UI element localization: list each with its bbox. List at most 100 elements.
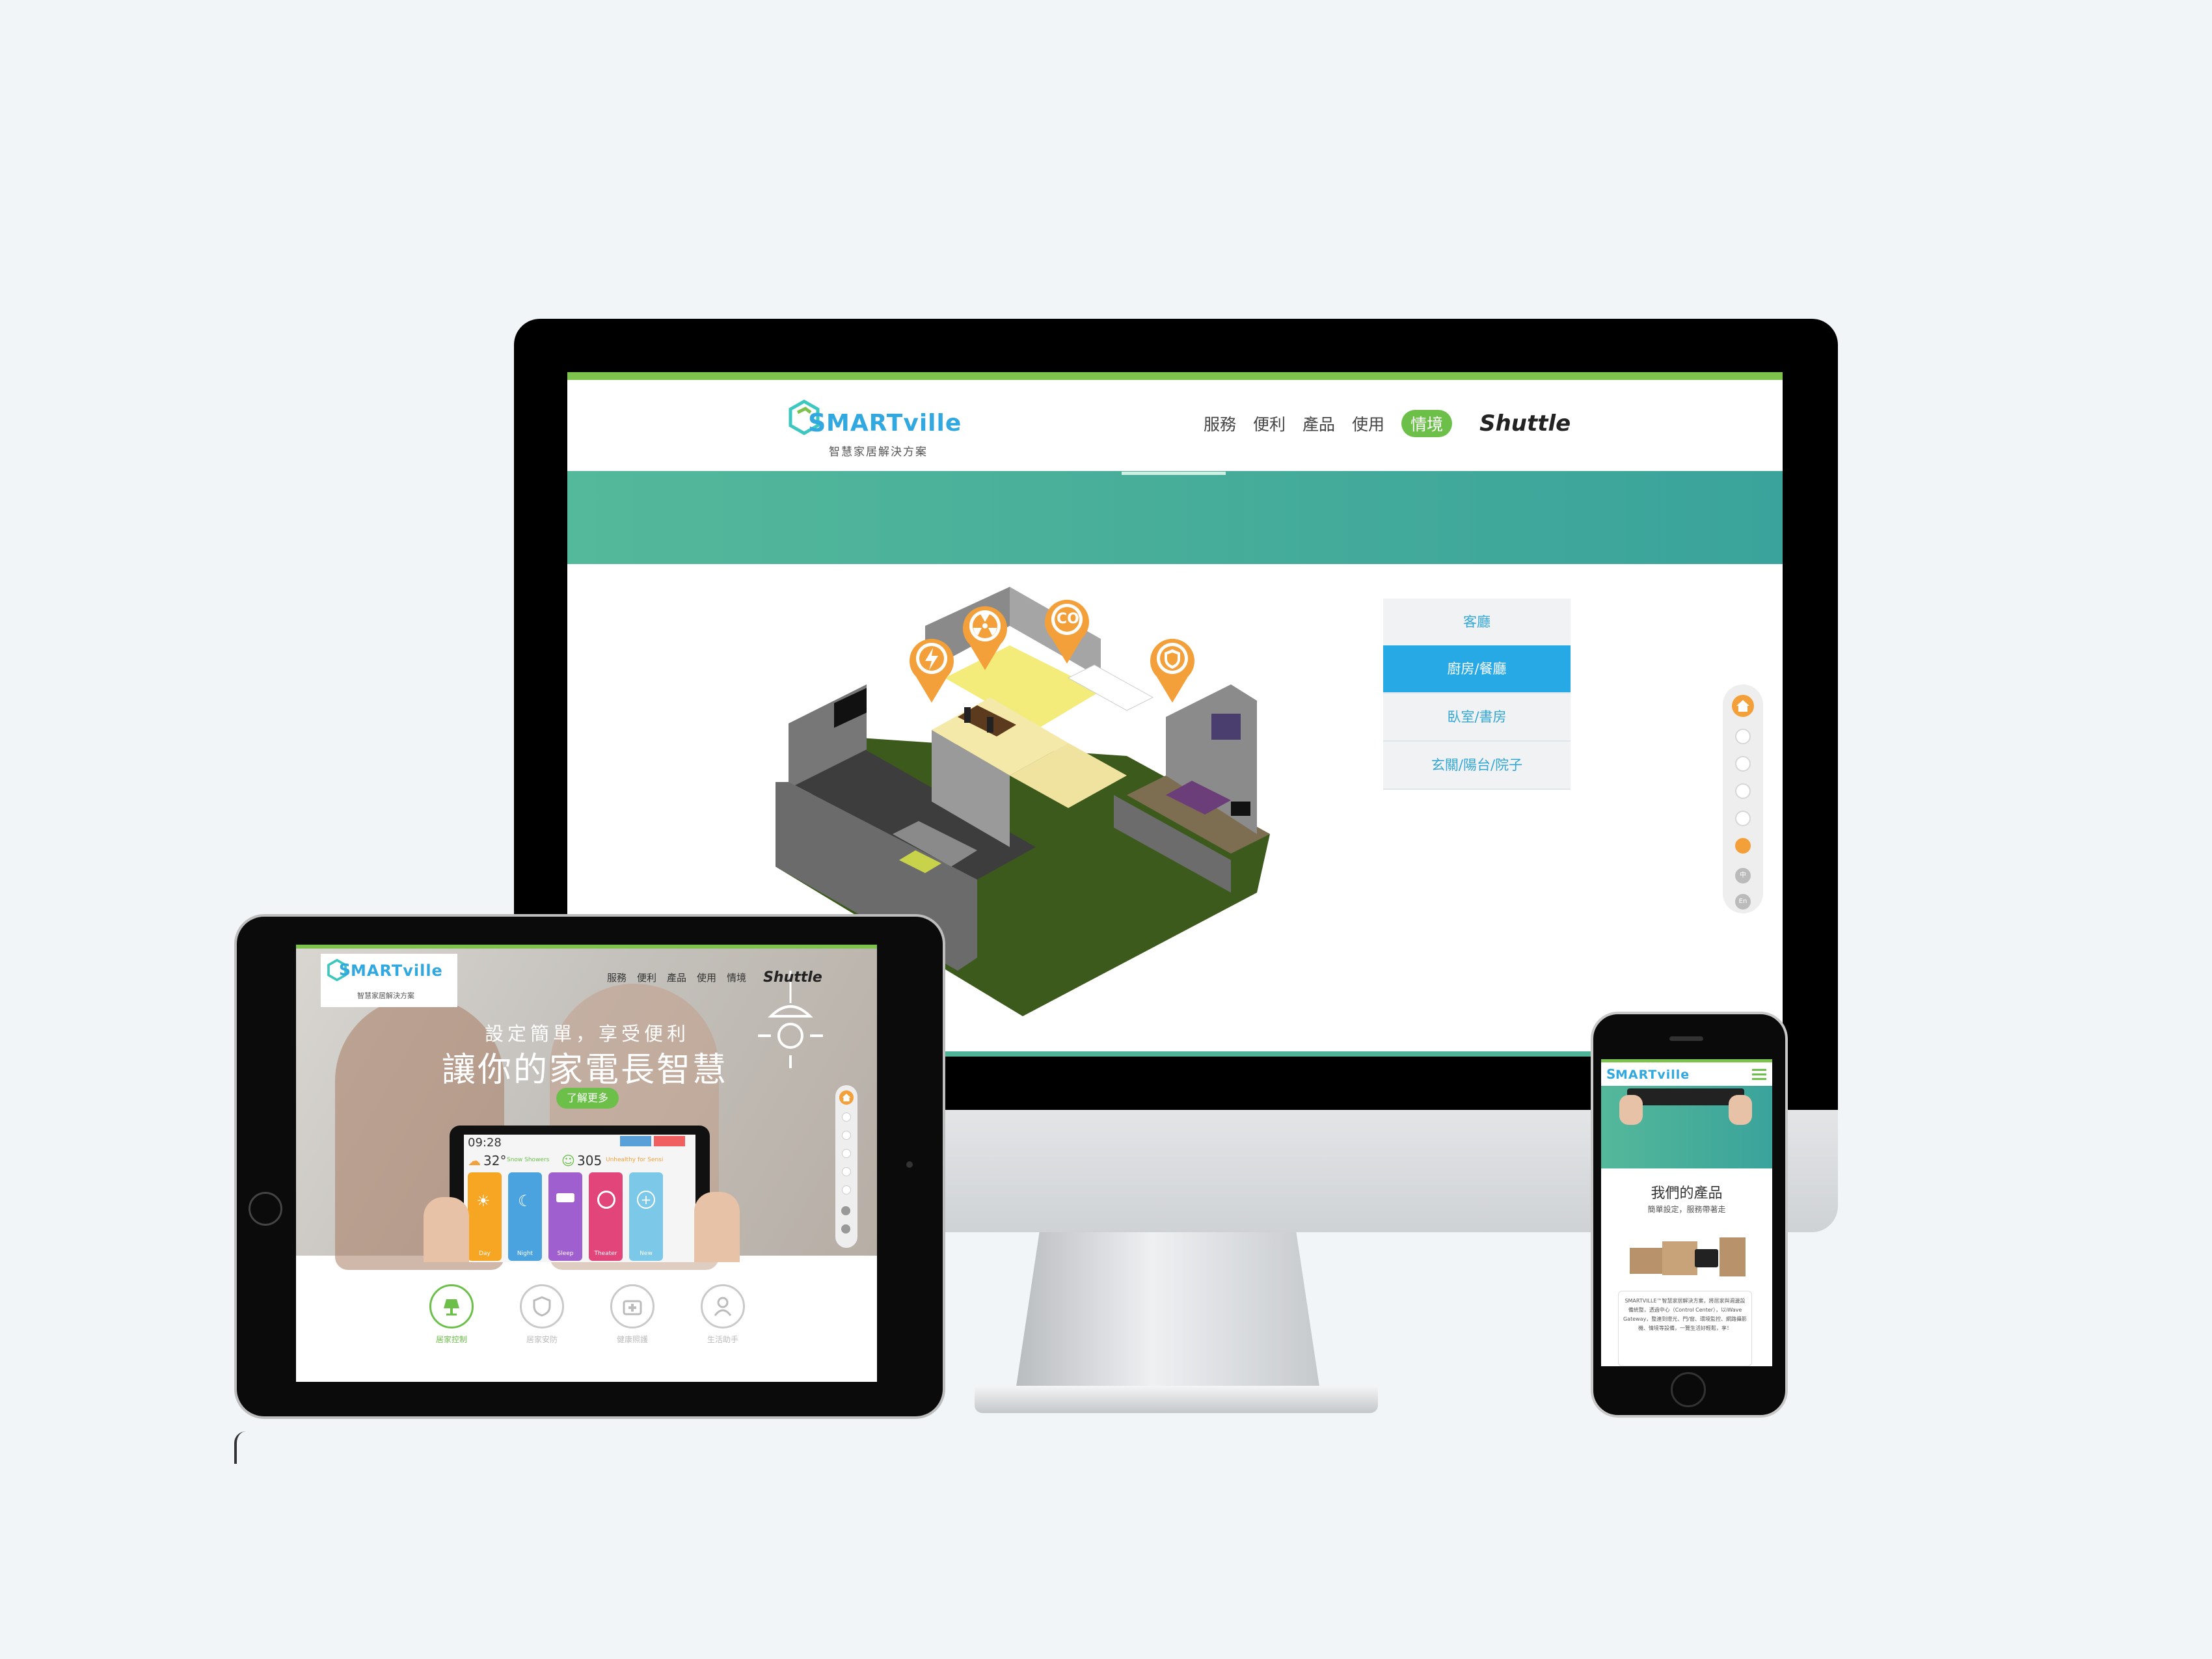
section-banner <box>567 463 1783 564</box>
hand-left <box>1619 1095 1643 1125</box>
weather-temperature: 32° <box>483 1153 507 1168</box>
scene-tile-theater[interactable]: Theater <box>589 1172 623 1261</box>
shadow-mark <box>234 1431 246 1464</box>
hamburger-menu-icon[interactable] <box>1752 1069 1766 1080</box>
pager-home-button[interactable] <box>839 1090 854 1105</box>
product-box <box>1720 1237 1746 1276</box>
pager-home-button[interactable] <box>1732 695 1754 717</box>
plus-icon: + <box>637 1191 655 1209</box>
nav-item-usage[interactable]: 使用 <box>1352 412 1384 435</box>
phone-screen: S MARTville 我們的產品 簡單設定，服務帶著走 SMARTVILLE™… <box>1601 1059 1772 1366</box>
nav-item-services[interactable]: 服務 <box>607 971 627 984</box>
bed-icon <box>556 1193 574 1202</box>
room-tab-kitchen-dining[interactable]: 廚房/餐廳 <box>1383 645 1571 694</box>
phone-hero-banner <box>1601 1086 1772 1168</box>
room-tab-entrance-balcony-yard[interactable]: 玄關/陽台/院子 <box>1383 742 1571 790</box>
logo-wordmark[interactable]: MARTville <box>1615 1068 1690 1082</box>
map-pin-radiation-icon <box>963 606 1007 670</box>
pager-dot[interactable] <box>1735 783 1751 799</box>
pin-security[interactable] <box>1146 632 1198 704</box>
pager-dot[interactable] <box>1735 729 1751 744</box>
feature-label: 生活助手 <box>707 1335 738 1344</box>
pager-dot[interactable] <box>842 1185 851 1194</box>
pin-co-label: CO <box>1057 611 1079 627</box>
pager-dot-active[interactable] <box>1735 838 1751 854</box>
site-header: S MARTville 智慧家居解決方案 服務 便利 產品 使用 情境 Shut… <box>567 380 1783 471</box>
language-english-button[interactable]: En <box>1735 894 1751 910</box>
tablet-logo[interactable]: S MARTville 智慧家居解決方案 <box>321 954 457 1007</box>
lamp-icon <box>429 1284 474 1329</box>
hand-left <box>424 1197 469 1262</box>
products-description: SMARTVILLE™智慧家居解決方案，將居家與週邊設備統整，透過中心（Cont… <box>1618 1291 1752 1366</box>
tablet-home-button <box>249 1192 282 1226</box>
pager-dot[interactable] <box>1735 756 1751 772</box>
nav-item-products[interactable]: 產品 <box>667 971 686 984</box>
nav-item-services[interactable]: 服務 <box>1204 412 1236 435</box>
banner-underline <box>1122 472 1226 475</box>
feature-label: 健康照護 <box>616 1335 648 1344</box>
air-quality-description: Unhealthy for Sensi <box>606 1157 664 1163</box>
pager-dot[interactable] <box>842 1113 851 1122</box>
language-chinese-button[interactable] <box>841 1206 850 1215</box>
scene-tile-night[interactable]: ☾ Night <box>508 1172 542 1261</box>
pin-co-sensor[interactable]: CO <box>1041 593 1093 665</box>
site-logo[interactable]: S MARTville 智慧家居解決方案 <box>789 399 984 459</box>
device-status-buttons <box>620 1136 685 1146</box>
air-quality-value: 305 <box>577 1153 602 1168</box>
pin-radiation[interactable] <box>959 600 1011 671</box>
products-title: 我們的產品 <box>1651 1185 1723 1202</box>
pager-dot[interactable] <box>842 1131 851 1140</box>
nav-item-scenarios[interactable]: 情境 <box>727 971 746 984</box>
feature-health-care[interactable]: 健康照護 <box>609 1284 656 1345</box>
scene-tile-new[interactable]: + New <box>629 1172 663 1261</box>
phone-home-button <box>1671 1372 1706 1407</box>
language-english-button[interactable] <box>841 1224 850 1234</box>
nav-item-products[interactable]: 產品 <box>1302 412 1335 435</box>
room-tab-living-room[interactable]: 客廳 <box>1383 599 1571 647</box>
main-nav: 服務 便利 產品 使用 情境 Shuttle <box>1204 410 1571 437</box>
product-box <box>1630 1248 1666 1274</box>
feature-home-control[interactable]: 居家控制 <box>428 1284 475 1345</box>
held-tablet: 09:28 ☁ 32° Snow Showers ☺ 305 Unhealthy… <box>450 1126 710 1262</box>
scene-tile-label: Day <box>479 1250 491 1257</box>
feature-home-security[interactable]: 居家安防 <box>519 1284 565 1345</box>
section-pager: 中 En <box>1723 684 1763 913</box>
nav-item-usage[interactable]: 使用 <box>697 971 716 984</box>
pager-dot[interactable] <box>1735 811 1751 826</box>
film-reel-icon <box>597 1191 615 1209</box>
brand-logo[interactable]: Shuttle <box>1479 411 1571 437</box>
nav-item-scenarios[interactable]: 情境 <box>1401 410 1453 437</box>
learn-more-button[interactable]: 了解更多 <box>556 1088 619 1109</box>
scene-tile-sleep[interactable]: Sleep <box>548 1172 582 1261</box>
logo-tagline: 智慧家居解決方案 <box>829 446 928 459</box>
header-accent-line <box>567 372 1783 380</box>
person-icon <box>701 1284 745 1329</box>
brand-logo[interactable]: Shuttle <box>763 969 822 986</box>
logo-wordmark: MARTville <box>826 410 962 437</box>
sun-icon: ☀ <box>476 1192 491 1210</box>
window <box>1211 714 1241 740</box>
map-pin-co-icon <box>1045 599 1089 664</box>
hand-right <box>1729 1095 1752 1125</box>
language-chinese-button[interactable]: 中 <box>1735 868 1751 883</box>
pager-dot[interactable] <box>842 1149 851 1158</box>
medical-kit-icon <box>610 1284 654 1329</box>
home-icon <box>1736 700 1749 712</box>
feature-label: 居家安防 <box>526 1335 558 1344</box>
nav-item-convenience[interactable]: 便利 <box>637 971 656 984</box>
feature-life-assistant[interactable]: 生活助手 <box>699 1284 746 1345</box>
logo-initial: S <box>339 960 352 979</box>
product-boxes-image <box>1630 1235 1747 1280</box>
pin-power[interactable] <box>906 632 958 704</box>
phone-header: S MARTville <box>1601 1062 1772 1086</box>
shield-icon <box>520 1284 564 1329</box>
product-box <box>1662 1241 1697 1275</box>
scene-tile-label: Theater <box>594 1250 617 1257</box>
scene-tile-label: New <box>640 1250 653 1257</box>
nav-item-convenience[interactable]: 便利 <box>1253 412 1286 435</box>
scene-tile-day[interactable]: ☀ Day <box>468 1172 502 1261</box>
pager-dot[interactable] <box>842 1167 851 1176</box>
room-tab-bedroom-study[interactable]: 臥室/書房 <box>1383 694 1571 742</box>
status-chip <box>620 1136 651 1146</box>
home-icon <box>842 1094 851 1101</box>
